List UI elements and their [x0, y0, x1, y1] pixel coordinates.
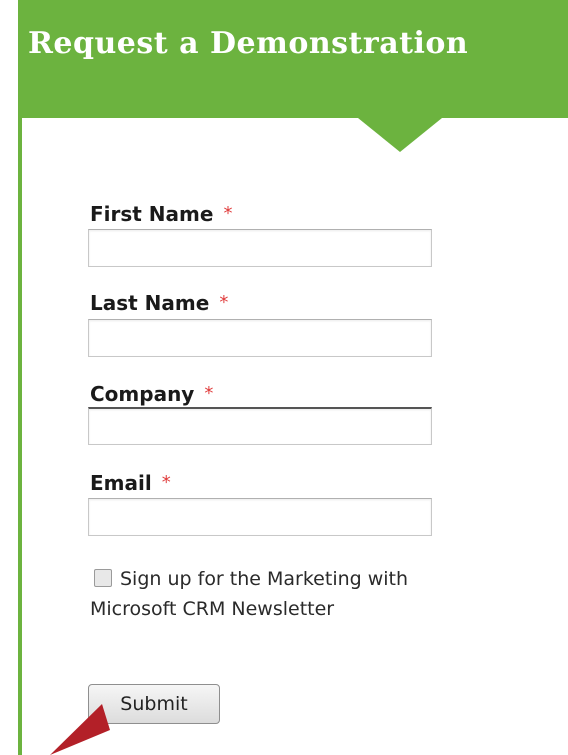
- newsletter-option[interactable]: Sign up for the Marketing with Microsoft…: [90, 564, 490, 624]
- company-label: Company *: [90, 382, 213, 406]
- required-asterisk: *: [219, 292, 229, 313]
- last-name-input[interactable]: [88, 319, 432, 357]
- required-asterisk: *: [223, 203, 233, 224]
- red-arrow-icon: [50, 704, 110, 755]
- first-name-input[interactable]: [88, 229, 432, 267]
- company-input[interactable]: [88, 407, 432, 445]
- form-header: Request a Demonstration: [18, 0, 568, 118]
- email-label: Email *: [90, 471, 171, 495]
- email-label-text: Email: [90, 471, 152, 495]
- email-input[interactable]: [88, 498, 432, 536]
- form-title: Request a Demonstration: [28, 26, 469, 61]
- last-name-label-text: Last Name: [90, 291, 210, 315]
- newsletter-checkbox[interactable]: [94, 569, 112, 587]
- last-name-label: Last Name *: [90, 291, 228, 315]
- required-asterisk: *: [204, 383, 214, 404]
- required-asterisk: *: [161, 472, 171, 493]
- page: Request a Demonstration First Name * Last…: [0, 0, 568, 755]
- first-name-label-text: First Name: [90, 202, 214, 226]
- first-name-label: First Name *: [90, 202, 232, 226]
- newsletter-label: Sign up for the Marketing with Microsoft…: [90, 568, 409, 620]
- company-label-text: Company: [90, 382, 195, 406]
- header-notch: [358, 118, 442, 152]
